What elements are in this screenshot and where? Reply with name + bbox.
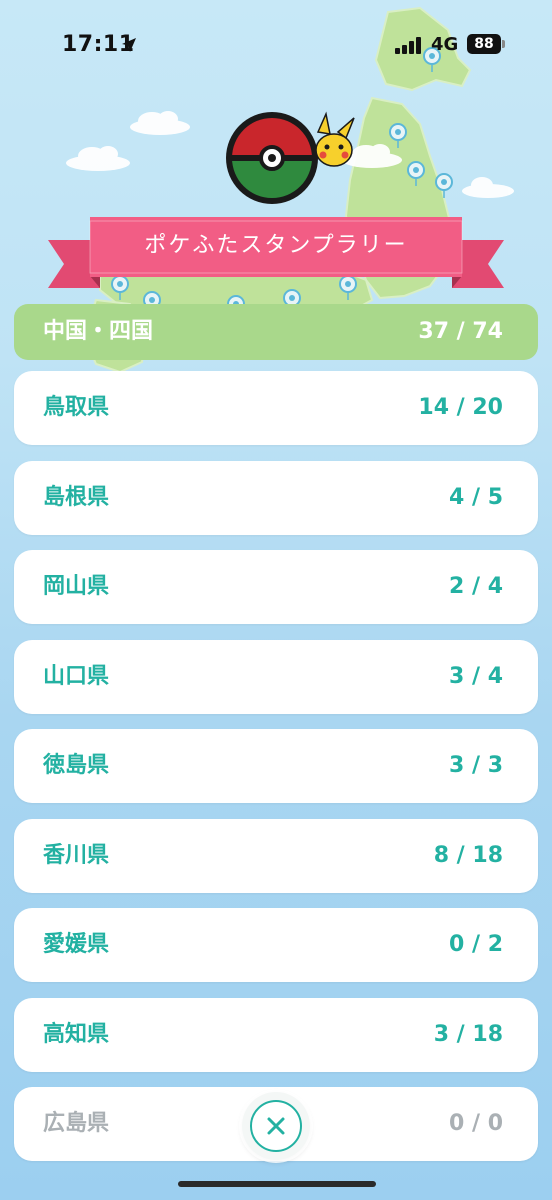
prefecture-count: 0 / 2 [449,932,503,957]
prefecture-row-shimane[interactable]: 島根県 4 / 5 [14,460,538,535]
cellular-signal-icon [395,36,425,54]
prefecture-count: 0 / 0 [449,1111,503,1136]
battery-icon: 88 [467,34,501,54]
region-count: 37 / 74 [418,319,503,344]
prefecture-count: 8 / 18 [433,842,503,868]
page-title: ポケふたスタンプラリー [144,233,408,258]
prefecture-name: 愛媛県 [43,932,110,957]
prefecture-name: 岡山県 [43,574,110,599]
prefecture-name: 徳島県 [43,753,110,778]
region-name: 中国・四国 [43,319,154,344]
prefecture-count: 3 / 4 [449,663,503,689]
prefecture-row-okayama[interactable]: 岡山県 2 / 4 [14,550,538,624]
network-type: 4G [431,34,459,55]
prefecture-list: 鳥取県 14 / 20 島根県 4 / 5 岡山県 2 / 4 山口県 3 / … [14,371,538,1177]
prefecture-row-tottori[interactable]: 鳥取県 14 / 20 [14,371,538,445]
prefecture-row-yamaguchi[interactable]: 山口県 3 / 4 [14,639,538,714]
prefecture-name: 香川県 [43,842,110,868]
prefecture-count: 14 / 20 [418,395,503,420]
prefecture-name: 広島県 [43,1111,110,1136]
prefecture-row-tokushima[interactable]: 徳島県 3 / 3 [14,729,538,803]
region-header: 中国・四国 37 / 74 [14,304,538,360]
prefecture-name: 鳥取県 [43,395,110,420]
prefecture-count: 4 / 5 [449,484,503,510]
status-bar: 17:11 4G 88 [0,0,552,90]
location-arrow-icon [122,38,136,52]
prefecture-row-kagawa[interactable]: 香川県 8 / 18 [14,818,538,893]
prefecture-count: 3 / 3 [449,753,503,778]
prefecture-name: 山口県 [43,663,110,689]
prefecture-row-ehime[interactable]: 愛媛県 0 / 2 [14,908,538,982]
prefecture-count: 2 / 4 [449,574,503,599]
home-indicator[interactable] [178,1181,376,1187]
prefecture-name: 島根県 [43,484,110,510]
prefecture-name: 高知県 [43,1021,110,1047]
prefecture-count: 3 / 18 [433,1021,503,1047]
prefecture-row-kochi[interactable]: 高知県 3 / 18 [14,997,538,1072]
battery-tip [502,40,505,48]
close-icon [267,1117,285,1135]
close-button[interactable] [242,1092,310,1160]
pokefuta-logo [226,111,355,204]
